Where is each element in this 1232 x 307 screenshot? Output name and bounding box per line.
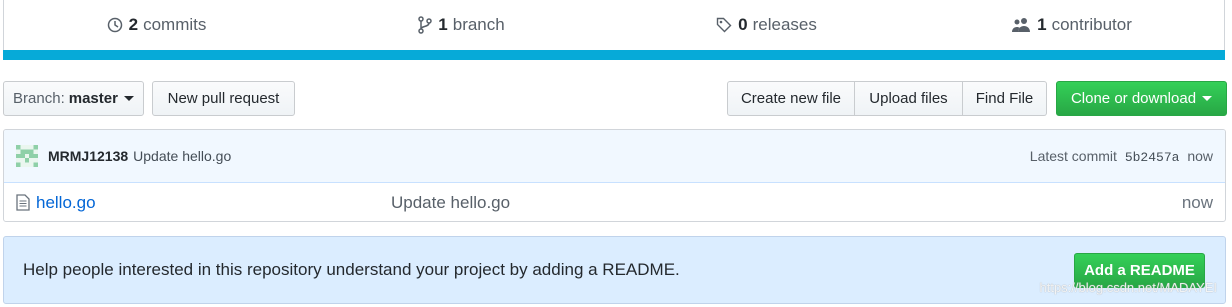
branch-name: master (68, 90, 118, 107)
file-actions-group: Create new file Upload files Find File (727, 81, 1047, 116)
file-commit-message[interactable]: Update hello.go (391, 193, 510, 213)
contributors-count: 1 (1037, 15, 1047, 34)
file-name-link[interactable]: hello.go (36, 193, 391, 213)
commit-author[interactable]: MRMJ12138 (48, 148, 128, 164)
clone-label: Clone or download (1070, 90, 1197, 107)
latest-commit-info: Latest commit 5b2457a now (1030, 148, 1213, 165)
commits-count: 2 (128, 15, 139, 34)
latest-commit-label: Latest commit (1029, 147, 1117, 164)
commits-label: commits (143, 15, 207, 34)
readme-prompt-text: Help people interested in this repositor… (23, 260, 680, 279)
branches-stat[interactable]: 1 branch (309, 0, 614, 50)
caret-down-icon (123, 96, 134, 101)
caret-down-icon (1202, 96, 1213, 101)
latest-commit-row: MRMJ12138 Update hello.go Latest commit … (4, 130, 1225, 183)
history-icon (107, 17, 123, 33)
upload-files-button[interactable]: Upload files (855, 81, 963, 116)
commit-message[interactable]: Update hello.go (133, 148, 231, 164)
commit-age: now (1187, 147, 1213, 164)
find-file-button[interactable]: Find File (963, 81, 1047, 116)
new-pull-request-button[interactable]: New pull request (152, 81, 295, 116)
branch-select-button[interactable]: Branch: master (3, 81, 144, 116)
people-icon (1011, 17, 1031, 33)
language-color-bar (3, 50, 1225, 60)
create-new-file-button[interactable]: Create new file (727, 81, 855, 116)
repo-stats-bar: 2 commits 1 branch 0 releases 1 contribu… (3, 0, 1225, 60)
releases-label: releases (752, 15, 817, 34)
releases-count: 0 (738, 15, 748, 34)
branches-count: 1 (438, 15, 448, 34)
commit-sha[interactable]: 5b2457a (1125, 150, 1180, 165)
branches-label: branch (452, 15, 505, 34)
contributors-label: contributor (1051, 15, 1132, 34)
watermark: https://blog.csdn.net/MADAYEI (1039, 280, 1217, 295)
readme-prompt-banner: Help people interested in this repositor… (3, 236, 1226, 304)
file-row: hello.go Update hello.go now (4, 183, 1225, 221)
clone-or-download-button[interactable]: Clone or download (1056, 81, 1227, 116)
avatar[interactable] (16, 145, 38, 167)
tag-icon (716, 17, 732, 33)
file-icon (16, 194, 30, 211)
file-list: MRMJ12138 Update hello.go Latest commit … (3, 129, 1226, 222)
contributors-stat[interactable]: 1 contributor (919, 0, 1224, 50)
branch-icon (418, 16, 433, 34)
releases-stat[interactable]: 0 releases (614, 0, 919, 50)
file-age: now (1181, 192, 1213, 212)
branch-prefix: Branch: (13, 90, 65, 107)
commits-stat[interactable]: 2 commits (4, 0, 309, 50)
